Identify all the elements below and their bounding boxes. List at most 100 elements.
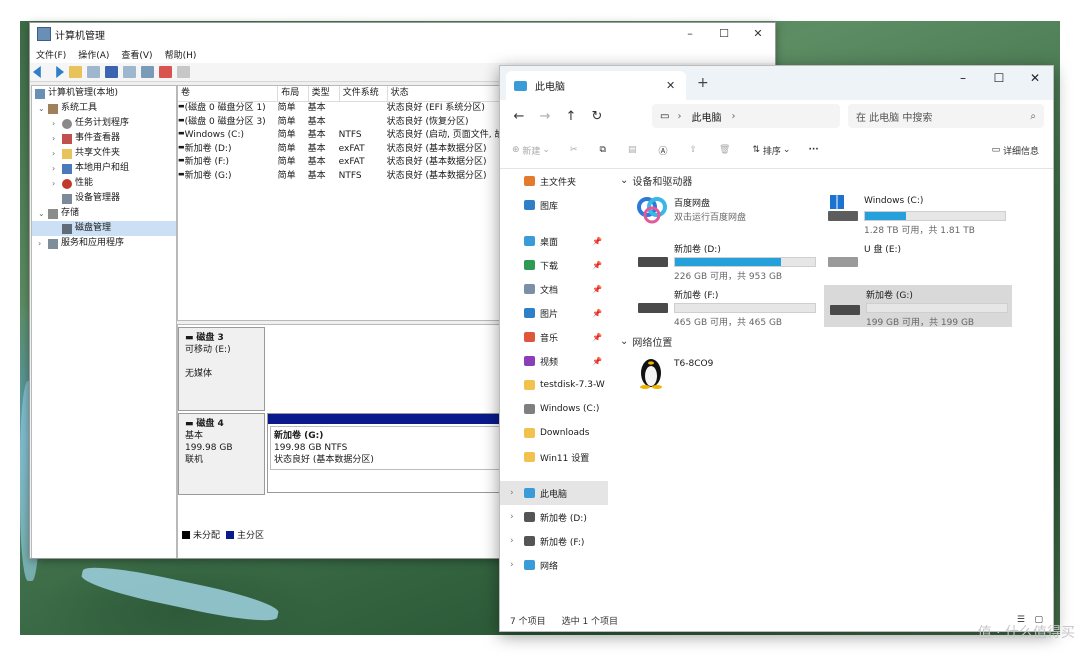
help-icon[interactable] (105, 66, 118, 78)
pin-icon[interactable]: 📌 (592, 237, 602, 246)
pin-icon[interactable]: 📌 (592, 309, 602, 318)
expand-arrow-icon[interactable]: ⌄ (38, 206, 48, 221)
network-item[interactable]: T6-8CO9 (632, 353, 817, 393)
maximize-button[interactable]: ☐ (981, 66, 1017, 94)
tree-item-local-users[interactable]: › 本地用户和组 (32, 161, 176, 176)
minimize-button[interactable]: – (945, 66, 981, 94)
console-tree-icon[interactable] (87, 66, 100, 78)
details-button[interactable]: ▭ 详细信息 (992, 144, 1039, 157)
drive-g-item-selected[interactable]: 新加卷 (G:) 199 GB 可用，共 199 GB (824, 285, 1012, 328)
refresh-icon[interactable]: ↻ (584, 109, 610, 124)
menu-view[interactable]: 查看(V) (121, 48, 152, 61)
expand-arrow-icon[interactable]: › (52, 116, 62, 131)
tree-item-task-scheduler[interactable]: › 任务计划程序 (32, 116, 176, 131)
expand-arrow-icon[interactable]: ⌄ (38, 101, 48, 116)
disk-4-label[interactable]: ▬ 磁盘 4 基本 199.98 GB 联机 (178, 413, 265, 495)
tree-item-services[interactable]: › 服务和应用程序 (32, 236, 176, 251)
group-network-header[interactable]: ⌄ 网络位置 (616, 330, 672, 352)
expand-arrow-icon[interactable]: › (52, 176, 62, 191)
tree-item-event-viewer[interactable]: › 事件查看器 (32, 131, 176, 146)
expand-arrow-icon[interactable]: › (52, 131, 62, 146)
column-type[interactable]: 类型 (309, 86, 340, 101)
tab-this-pc[interactable]: 此电脑 ✕ (506, 71, 686, 100)
menu-file[interactable]: 文件(F) (36, 48, 66, 61)
chevron-right-icon[interactable]: › (731, 111, 735, 122)
sidebar-item[interactable]: › 网络 (500, 553, 608, 577)
tree-item-root[interactable]: 计算机管理(本地) (32, 86, 176, 101)
forward-arrow-icon[interactable]: → (532, 109, 558, 124)
delete-icon[interactable]: 🗑 (719, 145, 730, 155)
table-row[interactable]: ▬ 新加卷 (F:) 简单 基本 exFAT 状态良好 (基本数据分区) (178, 156, 518, 170)
drive-d-item[interactable]: 新加卷 (D:) 226 GB 可用，共 953 GB (632, 239, 822, 282)
expand-arrow-icon[interactable]: › (38, 236, 48, 251)
close-button[interactable]: ✕ (1017, 66, 1053, 94)
baidu-netdisk-item[interactable]: 百度网盘 双击运行百度网盘 (632, 193, 822, 233)
sort-button[interactable]: ⇅ 排序 ⌄ (752, 144, 790, 157)
disk-3-label[interactable]: ▬ 磁盘 3 可移动 (E:) 无媒体 (178, 327, 265, 411)
sidebar-item[interactable]: › 此电脑 (500, 481, 608, 505)
table-row[interactable]: ▬ (磁盘 0 磁盘分区 1) 简单 基本 状态良好 (EFI 系统分区) (178, 102, 518, 116)
table-row[interactable]: ▬ 新加卷 (D:) 简单 基本 exFAT 状态良好 (基本数据分区) (178, 143, 518, 157)
table-row[interactable]: ▬ Windows (C:) 简单 基本 NTFS 状态良好 (启动, 页面文件, 故 (178, 129, 518, 143)
sidebar-item[interactable]: 文档 📌 (500, 277, 608, 301)
column-layout[interactable]: 布局 (278, 86, 309, 101)
column-volume[interactable]: 卷 (178, 86, 279, 101)
view-icon[interactable] (177, 66, 190, 78)
back-icon[interactable] (33, 66, 41, 78)
sidebar-item[interactable]: Windows (C:) (500, 397, 608, 421)
search-box[interactable]: 在 此电脑 中搜索 ⌕ (848, 104, 1044, 128)
sidebar-item[interactable]: 主文件夹 (500, 169, 608, 193)
share-icon[interactable]: ⇪ (689, 145, 697, 155)
close-tab-icon[interactable]: ✕ (666, 79, 686, 92)
new-button[interactable]: ⊕ 新建 ⌄ (512, 144, 550, 157)
sidebar-item[interactable]: › 新加卷 (F:) (500, 529, 608, 553)
sidebar-item[interactable]: 下载 📌 (500, 253, 608, 277)
sidebar-item[interactable]: 桌面 📌 (500, 229, 608, 253)
folder-up-icon[interactable] (69, 66, 82, 78)
drive-f-item[interactable]: 新加卷 (F:) 465 GB 可用，共 465 GB (632, 285, 822, 328)
menu-help[interactable]: 帮助(H) (165, 48, 197, 61)
pin-icon[interactable]: 📌 (592, 357, 602, 366)
sidebar-item[interactable]: 视频 📌 (500, 349, 608, 373)
expand-arrow-icon[interactable]: › (52, 146, 62, 161)
sidebar-item[interactable]: › 新加卷 (D:) (500, 505, 608, 529)
tree-item-performance[interactable]: › 性能 (32, 176, 176, 191)
properties-icon[interactable] (123, 66, 136, 78)
table-row[interactable]: ▬ 新加卷 (G:) 简单 基本 NTFS 状态良好 (基本数据分区) (178, 170, 518, 184)
pin-icon[interactable]: 📌 (592, 261, 602, 270)
forward-icon[interactable] (56, 66, 64, 78)
group-devices-header[interactable]: ⌄ 设备和驱动器 (616, 169, 1053, 191)
menu-action[interactable]: 操作(A) (78, 48, 109, 61)
tree-item-device-manager[interactable]: 设备管理器 (32, 191, 176, 206)
back-arrow-icon[interactable]: ← (506, 109, 532, 124)
rename-icon[interactable]: Ⓐ (658, 144, 667, 157)
expand-arrow-icon[interactable]: › (510, 536, 514, 546)
sidebar-item[interactable]: 音乐 📌 (500, 325, 608, 349)
copy-icon[interactable]: ⧉ (600, 145, 606, 155)
table-row[interactable]: ▬ (磁盘 0 磁盘分区 3) 简单 基本 状态良好 (恢复分区) (178, 116, 518, 130)
expand-arrow-icon[interactable]: › (52, 161, 62, 176)
sidebar-item[interactable]: 图片 📌 (500, 301, 608, 325)
drive-e-item[interactable]: U 盘 (E:) (822, 239, 1007, 279)
minimize-button[interactable]: – (673, 23, 707, 45)
sidebar-item[interactable]: Downloads (500, 421, 608, 445)
paste-icon[interactable]: ▤ (628, 145, 637, 155)
up-arrow-icon[interactable]: ↑ (558, 109, 584, 124)
close-button[interactable]: ✕ (741, 23, 775, 45)
sidebar-item[interactable]: 图库 (500, 193, 608, 217)
drive-c-item[interactable]: Windows (C:) 1.28 TB 可用，共 1.81 TB (822, 193, 1007, 236)
maximize-button[interactable]: ☐ (707, 23, 741, 45)
sidebar-item[interactable]: Win11 设置 (500, 445, 608, 469)
sidebar-item[interactable]: testdisk-7.3-W (500, 373, 608, 397)
checklist-icon[interactable] (159, 66, 172, 78)
expand-arrow-icon[interactable]: › (510, 560, 514, 570)
tree-item-shared-folders[interactable]: › 共享文件夹 (32, 146, 176, 161)
connect-icon[interactable] (141, 66, 154, 78)
more-options-icon[interactable]: ··· (808, 145, 818, 155)
cut-icon[interactable]: ✂ (570, 145, 578, 155)
volume-g-block[interactable]: 新加卷 (G:) 199.98 GB NTFS 状态良好 (基本数据分区) (267, 413, 518, 493)
tree-item-system-tools[interactable]: ⌄ 系统工具 (32, 101, 176, 116)
column-filesystem[interactable]: 文件系统 (340, 86, 388, 101)
tree-item-storage[interactable]: ⌄ 存储 (32, 206, 176, 221)
pin-icon[interactable]: 📌 (592, 285, 602, 294)
